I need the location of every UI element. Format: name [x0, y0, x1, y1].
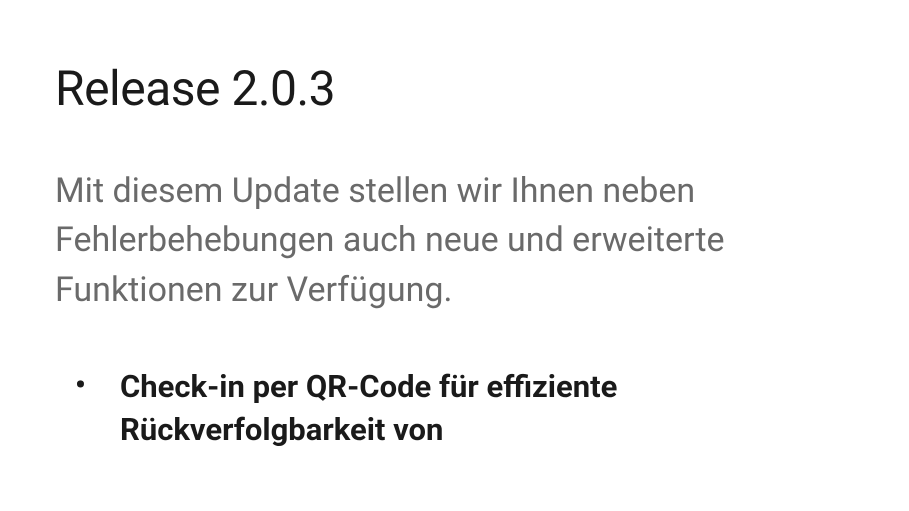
feature-item: Check-in per QR-Code für effiziente Rück… [75, 365, 854, 452]
release-description: Mit diesem Update stellen wir Ihnen nebe… [55, 167, 854, 315]
feature-list: Check-in per QR-Code für effiziente Rück… [55, 365, 854, 452]
release-heading: Release 2.0.3 [55, 60, 854, 117]
